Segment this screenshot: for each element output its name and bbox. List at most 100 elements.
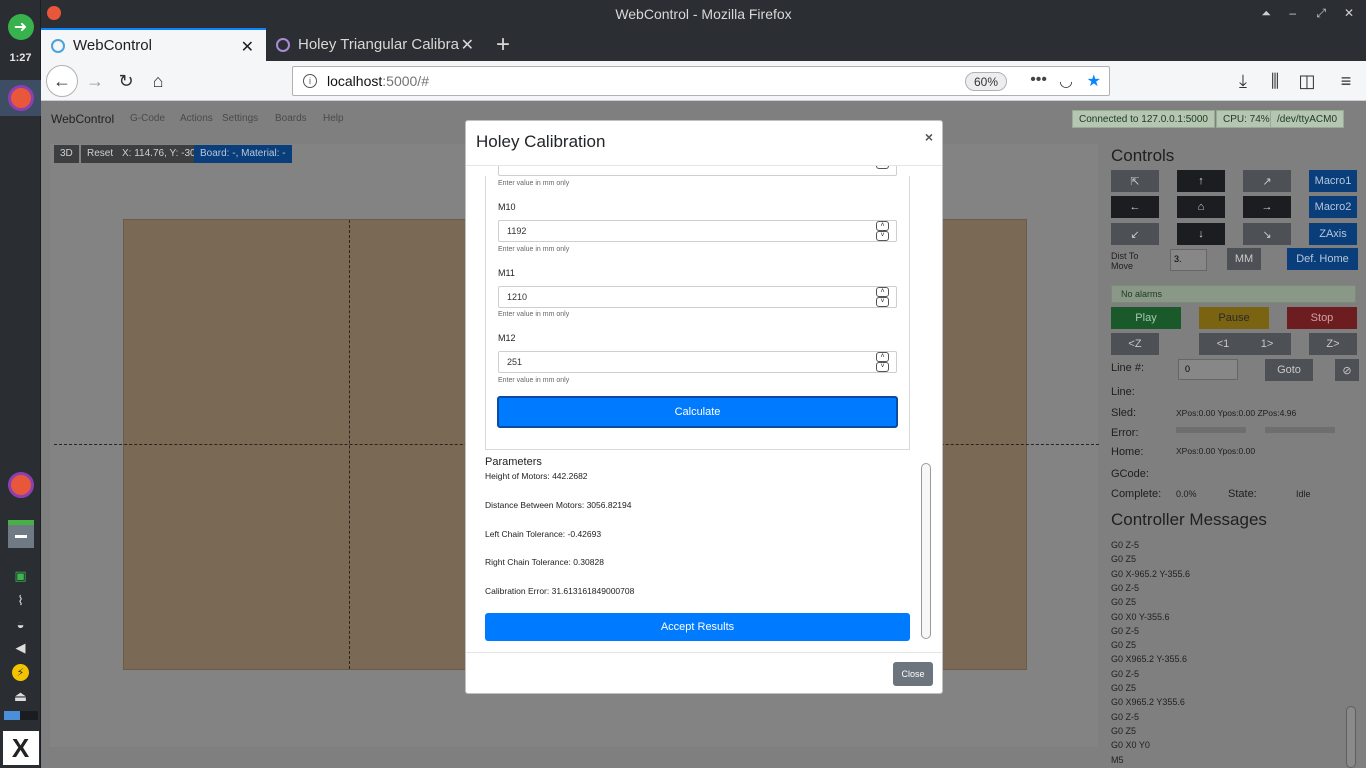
camera-off-icon[interactable]: ⊘ xyxy=(1335,359,1359,381)
zoom-level[interactable]: 60% xyxy=(964,72,1007,91)
measurement-input-prev[interactable]: ˅ xyxy=(498,166,897,176)
modal-title: Holey Calibration xyxy=(476,132,606,151)
workspace-indicator[interactable] xyxy=(0,709,41,721)
app-brand[interactable]: WebControl xyxy=(51,112,114,126)
goto-button[interactable]: Goto xyxy=(1265,359,1313,381)
wifi-icon[interactable]: ◒ xyxy=(0,614,41,634)
url-text[interactable]: localhost:5000/# xyxy=(327,73,429,89)
close-tab-icon[interactable]: ✕ xyxy=(241,37,254,57)
play-button[interactable]: Play xyxy=(1111,307,1181,329)
message-line: G0 Z5 xyxy=(1111,640,1137,651)
page-actions-icon[interactable]: ••• xyxy=(1030,71,1047,89)
macro2-button[interactable]: Macro2 xyxy=(1309,196,1357,218)
board-material-badge[interactable]: Board: -, Material: - xyxy=(194,145,292,163)
update-icon[interactable]: ➜ xyxy=(0,13,41,41)
spin-up-icon[interactable]: ˄ xyxy=(876,221,889,231)
define-home-button[interactable]: Def. Home xyxy=(1287,248,1358,270)
close-button[interactable]: Close xyxy=(893,662,933,686)
minimize-icon[interactable]: – xyxy=(1289,6,1296,20)
z-up-button[interactable]: Z> xyxy=(1309,333,1357,355)
menu-settings[interactable]: Settings xyxy=(222,113,258,124)
zaxis-button[interactable]: ZAxis xyxy=(1309,223,1357,245)
reset-view-button[interactable]: Reset xyxy=(81,145,120,163)
menu-gcode[interactable]: G-Code xyxy=(130,113,165,124)
stop-button[interactable]: Stop xyxy=(1287,307,1357,329)
modal-scrollbar[interactable] xyxy=(921,463,931,639)
m10-input[interactable]: 1192 ˄ ˅ xyxy=(498,220,897,242)
home-position: XPos:0.00 Ypos:0.00 xyxy=(1176,446,1256,456)
move-down-right-icon[interactable]: ↘ xyxy=(1243,223,1291,245)
complete-label: Complete: xyxy=(1111,488,1162,500)
site-info-icon[interactable]: i xyxy=(303,74,317,88)
spin-down-icon[interactable]: ˅ xyxy=(876,297,889,307)
new-tab-icon[interactable]: + xyxy=(496,31,510,59)
spin-down-icon[interactable]: ˅ xyxy=(876,362,889,372)
m11-input[interactable]: 1210 ˄ ˅ xyxy=(498,286,897,308)
package-icon[interactable]: ▣ xyxy=(0,566,41,586)
firefox-launcher-icon[interactable] xyxy=(0,469,41,501)
back-icon[interactable]: ← xyxy=(46,65,78,97)
sidebar-icon[interactable]: ◫ xyxy=(1293,67,1321,95)
messages-scrollbar[interactable] xyxy=(1346,706,1356,768)
maximize-icon[interactable]: ⤢ xyxy=(1316,6,1326,21)
modal-body[interactable]: ˅ Enter value in mm only M10 1192 ˄˅ Ent… xyxy=(466,166,942,652)
m12-input[interactable]: 251 ˄ ˅ xyxy=(498,351,897,373)
move-right-icon[interactable]: → xyxy=(1243,196,1291,218)
move-up-right-icon[interactable]: ↗ xyxy=(1243,170,1291,192)
menu-help[interactable]: Help xyxy=(323,113,344,124)
pocket-icon[interactable]: ◡ xyxy=(1059,71,1073,91)
navigation-toolbar: ← → ↻ ⌂ i localhost:5000/# 60% ••• ◡ ★ ⤓… xyxy=(41,61,1366,101)
accept-results-button[interactable]: Accept Results xyxy=(485,613,910,641)
close-icon[interactable]: × xyxy=(925,129,933,145)
macro1-button[interactable]: Macro1 xyxy=(1309,170,1357,192)
state-label: State: xyxy=(1228,488,1257,500)
controller-messages-list[interactable]: G0 Z-5 G0 Z5 G0 X-965.2 Y-355.6 G0 Z-5 G0 Z5… xyxy=(1110,540,1360,768)
move-down-icon[interactable]: ↓ xyxy=(1177,223,1225,245)
bookmark-star-icon[interactable]: ★ xyxy=(1087,71,1101,91)
step-back-button[interactable]: <1 xyxy=(1199,333,1247,355)
spin-down-icon[interactable]: ˅ xyxy=(876,166,889,169)
move-up-icon[interactable]: ↑ xyxy=(1177,170,1225,192)
eject-icon[interactable]: ⏏ xyxy=(0,686,41,706)
volume-icon[interactable]: ◀ xyxy=(0,638,41,658)
x-logo-icon[interactable]: X xyxy=(0,730,41,766)
step-forward-button[interactable]: 1> xyxy=(1243,333,1291,355)
shade-icon[interactable]: ⏶ xyxy=(1261,6,1271,21)
home-move-icon[interactable]: ⌂ xyxy=(1177,196,1225,218)
forward-icon[interactable]: → xyxy=(81,67,109,95)
menu-icon[interactable]: ≡ xyxy=(1332,67,1360,95)
library-icon[interactable]: ⫼ xyxy=(1261,67,1289,95)
power-icon[interactable]: ⚡ xyxy=(0,662,41,682)
right-error-bar xyxy=(1265,427,1335,433)
tab-webcontrol[interactable]: WebControl ✕ xyxy=(41,28,266,61)
move-left-icon[interactable]: ← xyxy=(1111,196,1159,218)
m10-label: M10 xyxy=(498,202,516,212)
calculate-button[interactable]: Calculate xyxy=(497,396,898,428)
close-window-icon[interactable]: ✕ xyxy=(1344,6,1354,20)
reload-icon[interactable]: ↻ xyxy=(112,67,140,95)
menu-actions[interactable]: Actions xyxy=(180,113,213,124)
firefox-icon[interactable] xyxy=(0,80,41,116)
pause-button[interactable]: Pause xyxy=(1199,307,1269,329)
message-line: G0 X965.2 Y355.6 xyxy=(1111,697,1185,708)
spin-down-icon[interactable]: ˅ xyxy=(876,231,889,241)
view-3d-button[interactable]: 3D xyxy=(54,145,79,163)
dist-to-move-label: Dist To Move xyxy=(1111,251,1139,271)
url-bar[interactable]: i localhost:5000/# 60% ••• ◡ ★ xyxy=(292,66,1110,96)
unit-button[interactable]: MM xyxy=(1227,248,1261,270)
tab-holey-calibration[interactable]: Holey Triangular Calibra ✕ xyxy=(266,28,486,61)
close-tab-icon[interactable]: ✕ xyxy=(461,35,474,55)
line-number-input[interactable]: 0 xyxy=(1178,359,1238,380)
move-down-left-icon[interactable]: ↙ xyxy=(1111,223,1159,245)
move-up-left-icon[interactable]: ⇱ xyxy=(1111,170,1159,192)
z-down-button[interactable]: <Z xyxy=(1111,333,1159,355)
files-icon[interactable] xyxy=(0,518,41,550)
home-icon[interactable]: ⌂ xyxy=(144,67,172,95)
spin-up-icon[interactable]: ˄ xyxy=(876,352,889,362)
spin-up-icon[interactable]: ˄ xyxy=(876,287,889,297)
menu-boards[interactable]: Boards xyxy=(275,113,307,124)
alarm-status: No alarms xyxy=(1111,285,1356,303)
paperclip-icon[interactable]: ⌇ xyxy=(0,591,41,611)
downloads-icon[interactable]: ⤓ xyxy=(1229,67,1257,95)
dist-to-move-input[interactable]: 3. xyxy=(1170,249,1207,271)
